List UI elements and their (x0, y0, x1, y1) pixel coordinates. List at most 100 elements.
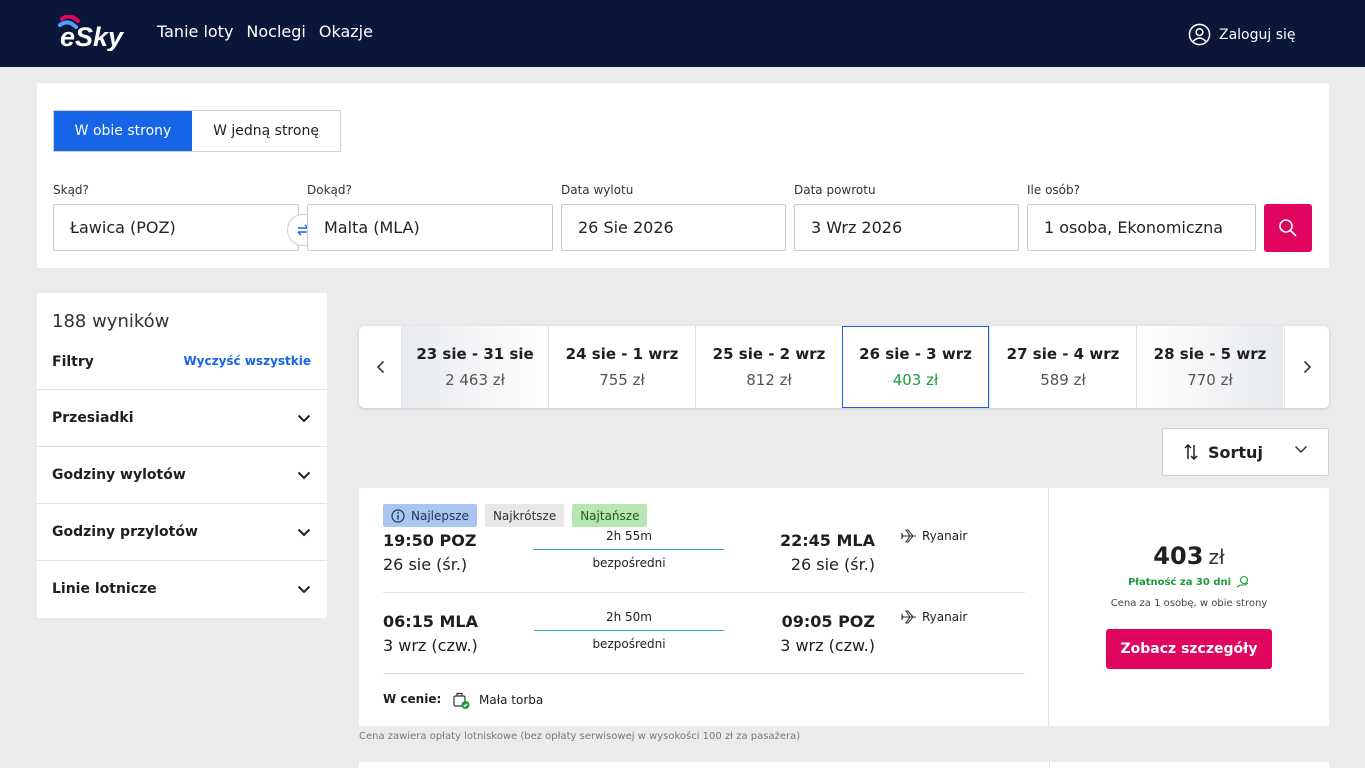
next-result-card[interactable] (359, 762, 1329, 768)
small-bag-icon (453, 692, 470, 709)
to-input[interactable]: Malta (MLA) (307, 204, 553, 251)
tag-shortest: Najkrótsze (484, 504, 565, 527)
tag-best[interactable]: Najlepsze (383, 504, 477, 527)
airline-name: Ryanair (922, 610, 968, 624)
filter-airlines[interactable]: Linie lotnicze (37, 560, 327, 617)
nav-deals[interactable]: Okazje (319, 22, 373, 41)
inbound-departure-date: 3 wrz (czw.) (383, 636, 478, 655)
search-icon (1279, 219, 1297, 237)
outbound-departure-time: 19:50 POZ (383, 531, 477, 550)
filter-label: Linie lotnicze (52, 581, 157, 597)
inbound-arrival-time: 09:05 POZ (781, 612, 875, 631)
date-price: 2 463 zł (445, 371, 505, 389)
date-range: 24 sie - 1 wrz (565, 345, 679, 363)
inbound-departure-time: 06:15 MLA (383, 612, 478, 631)
date-option[interactable]: 23 sie - 31 sie 2 463 zł (401, 326, 548, 408)
result-tags: Najlepsze Najkrótsze Najtańsze (383, 504, 648, 527)
chevron-down-icon (297, 585, 311, 593)
departure-date-label: Data wylotu (561, 183, 634, 197)
user-icon (1188, 23, 1211, 46)
pay-later-badge: Płatność za 30 dni (1049, 575, 1329, 589)
outbound-arrival-date: 26 sie (śr.) (790, 555, 875, 574)
filter-label: Godziny wylotów (52, 467, 186, 483)
price-per-person-note: Cena za 1 osobę, w obie strony (1110, 598, 1268, 609)
login-button[interactable]: Zaloguj się (1188, 23, 1296, 46)
pay-later-label: Płatność za 30 dni (1127, 576, 1232, 588)
clear-filters-link[interactable]: Wyczyść wszystkie (183, 354, 311, 368)
trip-round-button[interactable]: W obie strony (54, 111, 192, 151)
date-option[interactable]: 25 sie - 2 wrz 812 zł (695, 326, 842, 408)
price: 403 zł (1049, 542, 1329, 570)
sort-icon (1184, 443, 1198, 461)
outbound-arrival-time: 22:45 MLA (780, 531, 875, 550)
inbound-airline: Ryanair (900, 610, 967, 624)
carousel-next-button[interactable] (1284, 326, 1329, 408)
tag-label: Najlepsze (411, 508, 469, 523)
itinerary-section: Najlepsze Najkrótsze Najtańsze 19:50 POZ… (359, 488, 1049, 726)
passengers-label: Ile osób? (1027, 183, 1080, 197)
from-label: Skąd? (53, 183, 89, 197)
departure-date-input[interactable]: 26 Sie 2026 (561, 204, 786, 251)
top-bar: eSky Tanie loty Noclegi Okazje Zaloguj s… (0, 0, 1365, 67)
see-details-button[interactable]: Zobacz szczegóły (1106, 629, 1272, 669)
tag-cheapest: Najtańsze (572, 504, 648, 527)
filter-label: Przesiadki (52, 410, 134, 426)
segment-divider (383, 592, 1025, 593)
logo-text: eSky (60, 22, 125, 51)
inbound-arrival-date: 3 wrz (czw.) (780, 636, 875, 655)
date-range: 27 sie - 4 wrz (1006, 345, 1120, 363)
filters-panel: 188 wyników Filtry Wyczyść wszystkie Prz… (37, 293, 327, 618)
included-item: Mała torba (451, 690, 543, 710)
date-option[interactable]: 27 sie - 4 wrz 589 zł (989, 326, 1136, 408)
date-option-selected[interactable]: 26 sie - 3 wrz 403 zł (842, 326, 989, 408)
passengers-input[interactable]: 1 osoba, Ekonomiczna (1027, 204, 1256, 251)
return-date-label: Data powrotu (794, 183, 876, 197)
fee-note: Cena zawiera opłaty lotniskowe (bez opła… (359, 731, 801, 742)
filter-label: Godziny przylotów (52, 524, 198, 540)
chevron-left-icon (376, 360, 384, 374)
nav-cheap-flights[interactable]: Tanie loty (157, 22, 233, 41)
date-price: 755 zł (599, 371, 645, 389)
airline-name: Ryanair (922, 529, 968, 543)
chevron-down-icon (297, 528, 311, 536)
date-option[interactable]: 28 sie - 5 wrz 770 zł (1136, 326, 1283, 408)
outbound-airline: Ryanair (900, 529, 967, 543)
segment-divider (383, 673, 1025, 674)
plane-icon (901, 529, 916, 543)
sort-dropdown[interactable]: Sortuj (1162, 428, 1329, 476)
price-currency: zł (1208, 545, 1225, 569)
chevron-right-icon (1303, 360, 1311, 374)
included-item-label: Mała torba (479, 693, 544, 707)
date-range: 28 sie - 5 wrz (1153, 345, 1267, 363)
chevron-down-icon (297, 414, 311, 422)
plane-icon (901, 610, 916, 624)
filter-stops[interactable]: Przesiadki (37, 389, 327, 446)
trip-oneway-button[interactable]: W jedną stronę (192, 111, 340, 151)
chevron-down-icon (1294, 445, 1308, 454)
date-price: 770 zł (1187, 371, 1233, 389)
search-button[interactable] (1264, 204, 1312, 252)
login-label: Zaloguj się (1219, 26, 1296, 43)
to-label: Dokąd? (307, 183, 352, 197)
nav-accommodation[interactable]: Noclegi (246, 22, 305, 41)
date-price: 812 zł (746, 371, 792, 389)
flight-result-card[interactable]: Najlepsze Najkrótsze Najtańsze 19:50 POZ… (359, 488, 1329, 726)
outbound-departure-date: 26 sie (śr.) (383, 555, 468, 574)
price-amount: 403 (1153, 542, 1204, 570)
trip-type-toggle: W obie strony W jedną stronę (53, 110, 341, 152)
outbound-line (534, 549, 724, 550)
date-carousel: 23 sie - 31 sie 2 463 zł 24 sie - 1 wrz … (359, 326, 1329, 408)
sort-label: Sortuj (1208, 442, 1263, 462)
inbound-line (534, 630, 724, 631)
results-count: 188 wyników (52, 311, 170, 332)
payment-icon (1236, 575, 1249, 588)
filter-departure-times[interactable]: Godziny wylotów (37, 446, 327, 503)
from-input[interactable]: Ławica (POZ) (53, 204, 299, 251)
filter-arrival-times[interactable]: Godziny przylotów (37, 503, 327, 560)
esky-logo[interactable]: eSky (58, 15, 134, 51)
return-date-input[interactable]: 3 Wrz 2026 (794, 204, 1019, 251)
main-nav: Tanie loty Noclegi Okazje (157, 22, 373, 41)
date-option[interactable]: 24 sie - 1 wrz 755 zł (548, 326, 695, 408)
carousel-prev-button[interactable] (359, 326, 401, 408)
included-label: W cenie: (383, 692, 442, 706)
